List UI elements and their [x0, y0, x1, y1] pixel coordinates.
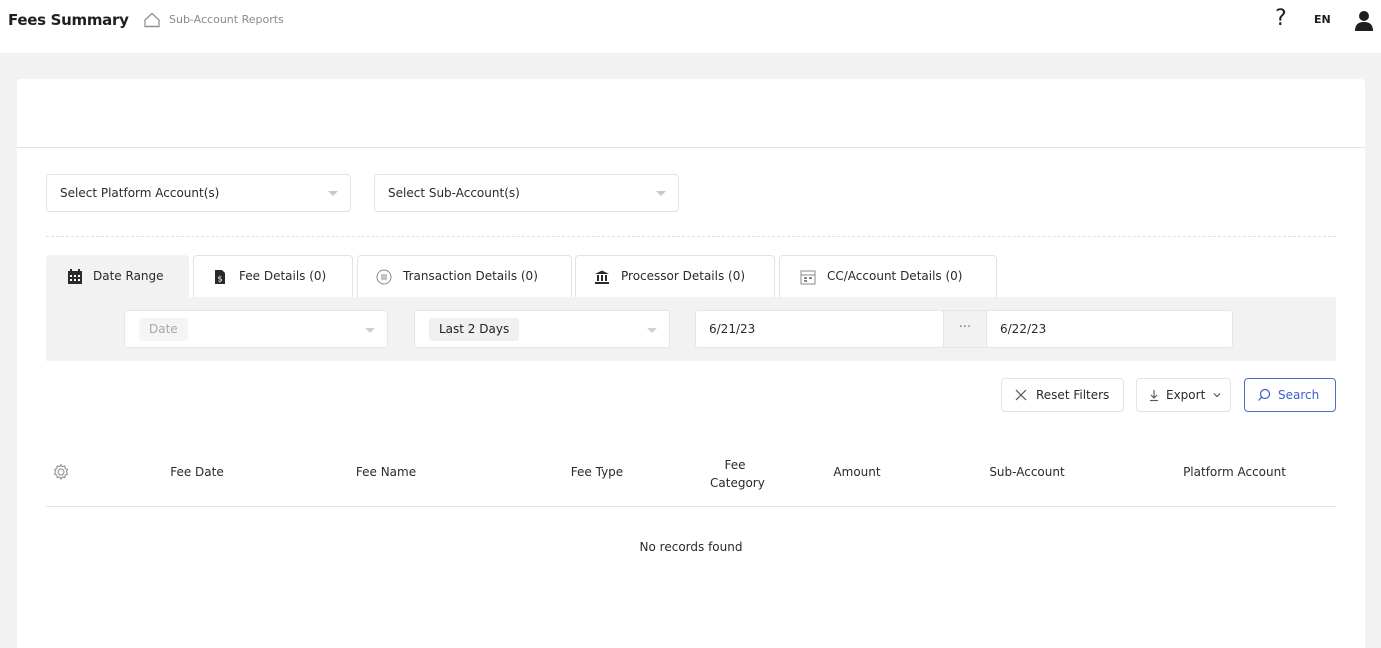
end-date-value: 6/22/23 [1000, 322, 1047, 336]
download-icon [1150, 390, 1158, 402]
tab-fee-details[interactable]: $ Fee Details (0) [193, 255, 353, 297]
tab-label: Transaction Details (0) [403, 269, 538, 283]
reset-filters-button[interactable]: Reset Filters [1001, 378, 1124, 412]
search-button[interactable]: Search [1244, 378, 1336, 412]
tab-label: Date Range [93, 269, 164, 283]
date-field-select[interactable]: Date [124, 310, 388, 348]
top-bar: Fees Summary Sub-Account Reports ? EN [0, 0, 1381, 53]
credit-card-icon [800, 270, 816, 285]
export-button[interactable]: Export [1136, 378, 1231, 412]
column-header-platform-account[interactable]: Platform Account [1167, 465, 1302, 479]
table-header-divider [46, 506, 1336, 507]
date-range-separator: ··· [943, 310, 987, 348]
search-label: Search [1278, 388, 1320, 402]
tab-cc-account-details[interactable]: CC/Account Details (0) [779, 255, 997, 297]
column-header-fee-date[interactable]: Fee Date [157, 465, 237, 479]
search-icon [1258, 388, 1271, 401]
bank-icon [595, 270, 609, 284]
tab-label: Fee Details (0) [239, 269, 327, 283]
end-date-input[interactable]: 6/22/23 [986, 310, 1233, 348]
chevron-down-icon [647, 328, 657, 333]
column-header-fee-name[interactable]: Fee Name [342, 465, 430, 479]
reset-filters-label: Reset Filters [1036, 388, 1110, 402]
sub-account-select-label: Select Sub-Account(s) [388, 186, 520, 200]
user-icon[interactable] [1354, 10, 1374, 32]
close-icon [1015, 389, 1027, 401]
home-icon[interactable] [143, 11, 161, 29]
tab-processor-details[interactable]: Processor Details (0) [575, 255, 775, 297]
tab-date-range[interactable]: Date Range [46, 255, 189, 297]
export-label: Export [1166, 388, 1206, 402]
page-title: Fees Summary [8, 11, 129, 29]
report-card: Select Platform Account(s) Select Sub-Ac… [17, 79, 1365, 648]
help-icon[interactable]: ? [1275, 6, 1287, 31]
start-date-input[interactable]: 6/21/23 [695, 310, 944, 348]
fee-document-icon: $ [215, 270, 225, 284]
date-field-value: Date [139, 318, 188, 341]
start-date-value: 6/21/23 [709, 322, 756, 336]
column-header-amount[interactable]: Amount [817, 465, 897, 479]
breadcrumb[interactable]: Sub-Account Reports [169, 13, 284, 26]
tab-label: CC/Account Details (0) [827, 269, 963, 283]
language-switcher[interactable]: EN [1314, 13, 1331, 26]
svg-text:$: $ [217, 275, 222, 284]
gear-icon[interactable] [52, 463, 70, 481]
chevron-down-icon [328, 191, 338, 196]
date-range-select[interactable]: Last 2 Days [414, 310, 670, 348]
chevron-down-icon [365, 328, 375, 333]
column-header-fee-category[interactable]: Fee Category [710, 456, 765, 492]
tab-transaction-details[interactable]: Transaction Details (0) [357, 255, 572, 297]
section-divider [46, 236, 1336, 237]
chevron-down-icon [1213, 393, 1221, 398]
calendar-icon [68, 269, 82, 284]
date-range-value: Last 2 Days [429, 318, 520, 341]
chevron-down-icon [656, 191, 666, 196]
sub-account-select[interactable]: Select Sub-Account(s) [374, 174, 679, 212]
card-divider [17, 147, 1365, 148]
platform-account-select[interactable]: Select Platform Account(s) [46, 174, 351, 212]
transaction-list-icon [376, 269, 392, 285]
column-header-sub-account[interactable]: Sub-Account [972, 465, 1082, 479]
tab-label: Processor Details (0) [621, 269, 746, 283]
empty-state-message: No records found [639, 540, 743, 554]
column-header-fee-type[interactable]: Fee Type [557, 465, 637, 479]
platform-account-select-label: Select Platform Account(s) [60, 186, 220, 200]
date-range-filter-panel: Date Last 2 Days 6/21/23 ··· 6/22/23 [46, 297, 1336, 361]
